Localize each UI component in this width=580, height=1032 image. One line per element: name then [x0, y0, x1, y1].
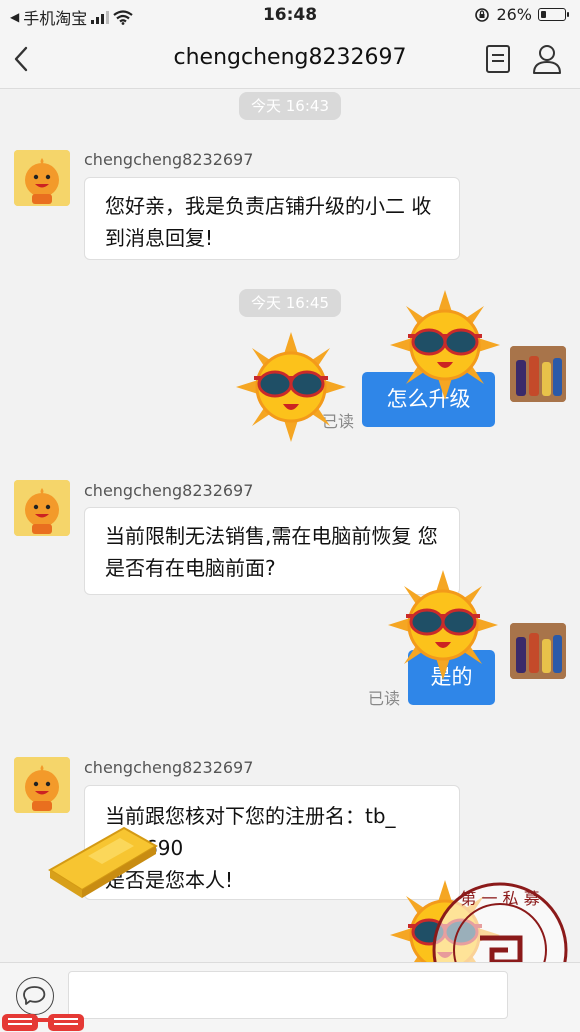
svg-text:第 一 私 募: 第 一 私 募 — [460, 889, 539, 908]
nav-bar: chengcheng8232697 — [0, 30, 580, 89]
avatar[interactable] — [14, 480, 70, 536]
self-avatar[interactable] — [510, 346, 566, 402]
read-status: 已读 — [368, 689, 401, 708]
product-photo-icon — [510, 346, 566, 402]
mascot-avatar-icon — [14, 757, 70, 813]
product-photo-icon — [510, 623, 566, 679]
mascot-avatar-icon — [14, 480, 70, 536]
party-glasses-sticker-icon — [2, 1014, 84, 1031]
orientation-lock-icon — [475, 7, 490, 22]
sender-name: chengcheng8232697 — [84, 150, 254, 169]
sun-sticker-icon — [390, 290, 500, 400]
status-right: 26% — [474, 5, 569, 24]
gold-bar-sticker-icon — [48, 826, 158, 898]
avatar[interactable] — [14, 757, 70, 813]
mascot-avatar-icon — [14, 150, 70, 206]
message-input[interactable] — [68, 971, 508, 1019]
time-label: 今天 16:43 — [239, 92, 341, 120]
chevron-left-icon[interactable] — [8, 42, 40, 76]
avatar[interactable] — [14, 150, 70, 206]
document-icon[interactable] — [484, 44, 512, 74]
time-label: 今天 16:45 — [239, 289, 341, 317]
sender-name: chengcheng8232697 — [84, 758, 254, 777]
person-icon[interactable] — [530, 42, 564, 76]
battery-percent: 26% — [496, 5, 532, 24]
sender-name: chengcheng8232697 — [84, 481, 254, 500]
sun-sticker-icon — [236, 332, 346, 442]
message-bubble[interactable]: 您好亲，我是负责店铺升级的小二 收到消息回复! — [84, 177, 460, 260]
self-avatar[interactable] — [510, 623, 566, 679]
sun-sticker-icon — [388, 570, 498, 680]
battery-icon — [538, 8, 569, 21]
status-bar: ◀ 手机淘宝 16:48 26% — [0, 0, 580, 30]
